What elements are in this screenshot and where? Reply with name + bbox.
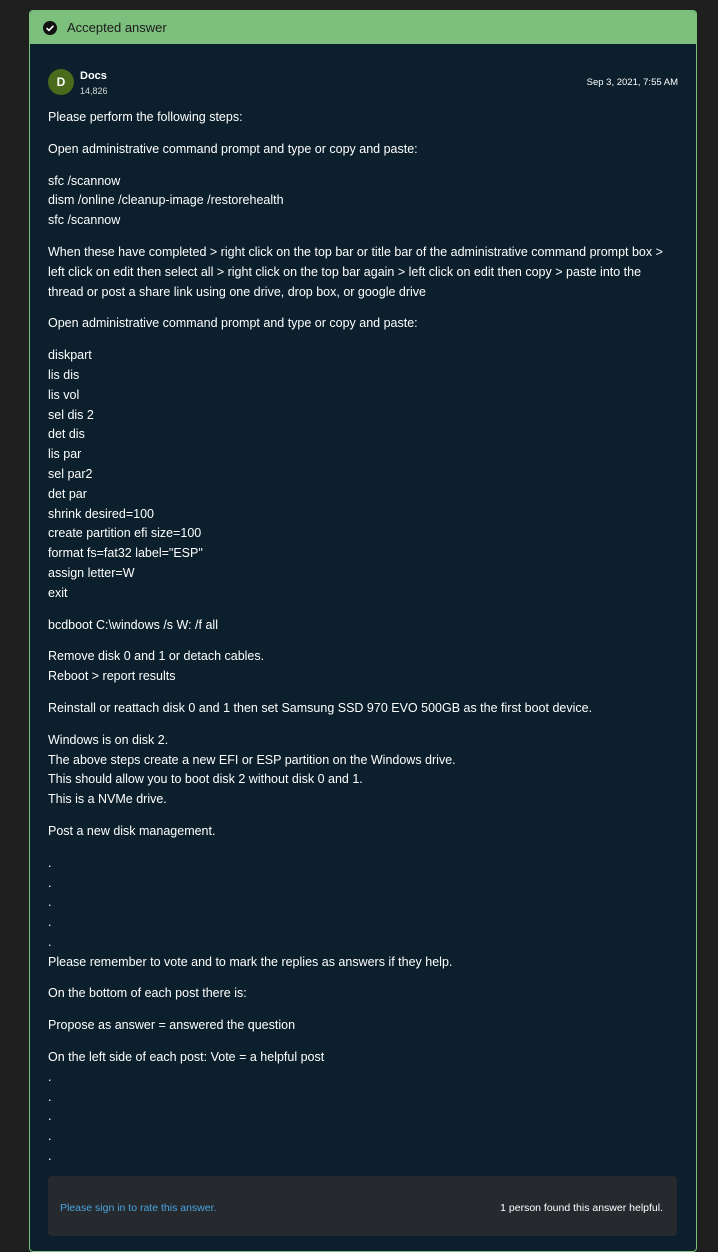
rating-bar: Please sign in to rate this answer. 1 pe… <box>48 1176 677 1236</box>
command-line: shrink desired=100 <box>48 506 154 521</box>
accepted-answer-header: Accepted answer <box>30 11 696 44</box>
propose-answer-text: Propose as answer = answered the questio… <box>48 1018 296 1033</box>
text-line: Remove disk 0 and 1 or detach cables. <box>48 649 265 664</box>
bottom-of-post-text: On the bottom of each post there is: <box>48 986 247 1001</box>
dot-line: . <box>48 895 52 910</box>
author-reputation: 14,826 <box>80 86 108 96</box>
avatar[interactable]: D <box>48 69 74 95</box>
post-disk-management-text: Post a new disk management. <box>48 823 216 838</box>
post-date: Sep 3, 2021, 7:55 AM <box>586 77 678 88</box>
command-line: format fs=fat32 label="ESP" <box>48 546 203 561</box>
text-line: This should allow you to boot disk 2 wit… <box>48 772 363 787</box>
text-line: Windows is on disk 2. <box>48 732 169 747</box>
command-line: lis dis <box>48 367 80 382</box>
dot-line: . <box>48 855 52 870</box>
command-line: sfc /scannow <box>48 173 121 188</box>
command-line: sel dis 2 <box>48 407 94 422</box>
dots-separator-1: . . . . . <box>48 854 678 953</box>
dots-separator-2: . . . . . <box>48 1068 678 1167</box>
remember-vote-text: Please remember to vote and to mark the … <box>48 954 453 969</box>
commands-block-2: diskpart lis dis lis vol sel dis 2 det d… <box>48 346 678 603</box>
command-line: create partition efi size=100 <box>48 526 202 541</box>
sign-in-to-rate-link[interactable]: Please sign in to rate this answer. <box>60 1202 216 1214</box>
windows-disk-text: Windows is on disk 2. The above steps cr… <box>48 731 678 810</box>
command-line: lis vol <box>48 387 80 402</box>
dot-line: . <box>48 915 52 930</box>
command-line: exit <box>48 585 68 600</box>
text-line: This is a NVMe drive. <box>48 792 167 807</box>
author-name[interactable]: Docs <box>80 70 107 82</box>
dot-line: . <box>48 934 52 949</box>
text-line: Reboot > report results <box>48 669 176 684</box>
remove-disks-text: Remove disk 0 and 1 or detach cables. Re… <box>48 647 678 687</box>
accepted-answer-label: Accepted answer <box>67 20 167 35</box>
text-line: The above steps create a new EFI or ESP … <box>48 752 456 767</box>
step1-instruction: Open administrative command prompt and t… <box>48 141 418 156</box>
dot-line: . <box>48 1149 52 1164</box>
author-row: D Docs 14,826 Sep 3, 2021, 7:55 AM <box>30 44 696 98</box>
command-line: lis par <box>48 447 82 462</box>
commands-block-1: sfc /scannow dism /online /cleanup-image… <box>48 172 678 231</box>
bcdboot-command: bcdboot C:\windows /s W: /f all <box>48 617 218 632</box>
left-side-vote-text: On the left side of each post: Vote = a … <box>48 1050 325 1065</box>
command-line: sfc /scannow <box>48 213 121 228</box>
answer-body: Please perform the following steps: Open… <box>48 108 678 1167</box>
command-line: assign letter=W <box>48 565 135 580</box>
command-line: sel par2 <box>48 466 93 481</box>
command-line: det dis <box>48 427 85 442</box>
command-line: det par <box>48 486 87 501</box>
command-line: dism /online /cleanup-image /restoreheal… <box>48 193 284 208</box>
helpful-count-text: 1 person found this answer helpful. <box>500 1202 663 1214</box>
step2-instruction: Open administrative command prompt and t… <box>48 316 418 331</box>
check-circle-icon <box>42 20 58 36</box>
command-line: diskpart <box>48 348 92 363</box>
dot-line: . <box>48 1129 52 1144</box>
dot-line: . <box>48 875 52 890</box>
accepted-answer-card: Accepted answer D Docs 14,826 Sep 3, 202… <box>29 10 697 1252</box>
completed-instructions: When these have completed > right click … <box>48 244 663 299</box>
dot-line: . <box>48 1089 52 1104</box>
dot-line: . <box>48 1069 52 1084</box>
intro-text: Please perform the following steps: <box>48 110 243 124</box>
reinstall-text: Reinstall or reattach disk 0 and 1 then … <box>48 700 593 715</box>
dot-line: . <box>48 1109 52 1124</box>
